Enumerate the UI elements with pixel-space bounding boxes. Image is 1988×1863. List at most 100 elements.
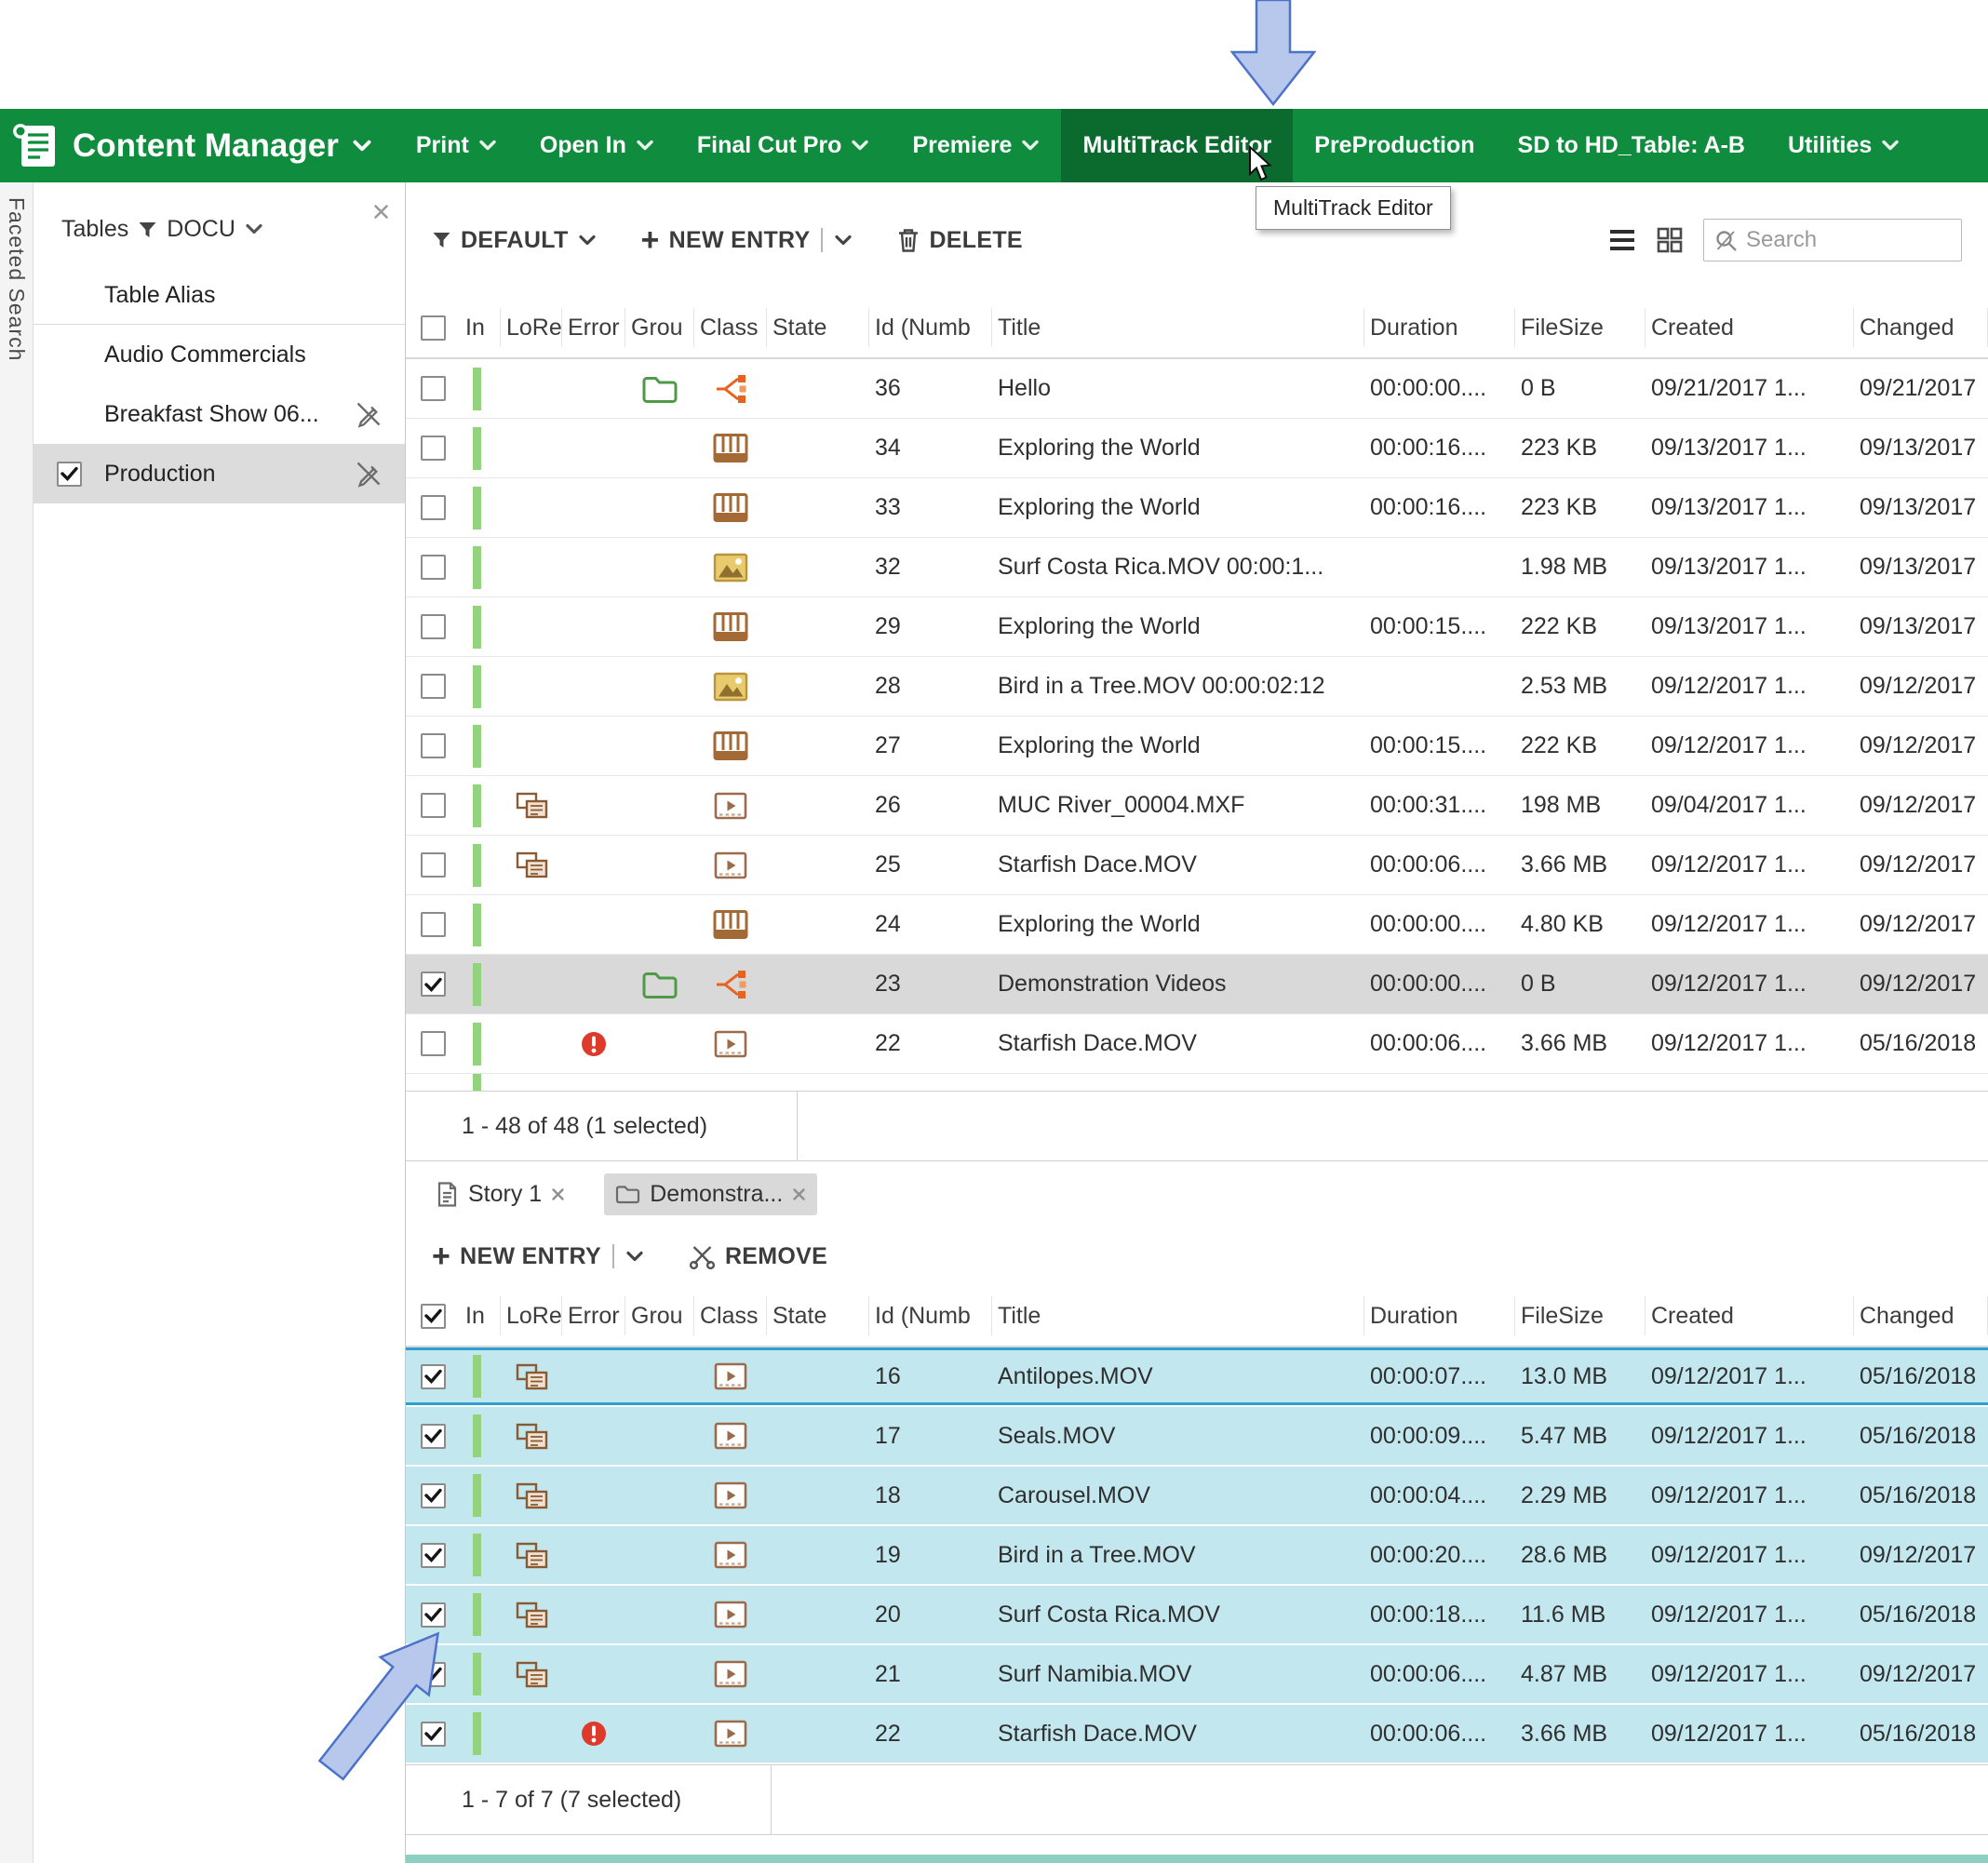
menu-item-print[interactable]: Print <box>395 109 518 182</box>
row-select-checkbox[interactable] <box>421 436 446 461</box>
column-header-grou[interactable]: Grou <box>625 1296 694 1335</box>
row-select-checkbox[interactable] <box>421 1031 446 1056</box>
row-select-checkbox[interactable] <box>421 1483 446 1508</box>
row-select-checkbox[interactable] <box>421 1602 446 1628</box>
main-table-header: InLoReErrorGrouClassStateId (NumbTitleDu… <box>406 298 1988 359</box>
remove-button[interactable]: REMOVE <box>689 1243 827 1270</box>
menu-item-final-cut-pro[interactable]: Final Cut Pro <box>676 109 892 182</box>
column-header-state[interactable]: State <box>767 308 869 347</box>
table-row-29[interactable]: 29Exploring the World00:00:15....222 KB0… <box>406 597 1988 657</box>
row-select-checkbox[interactable] <box>421 1543 446 1568</box>
delete-button[interactable]: DELETE <box>897 227 1022 254</box>
table-row-20[interactable]: 20Surf Costa Rica.MOV00:00:18....11.6 MB… <box>406 1586 1988 1645</box>
list-view-icon[interactable] <box>1608 228 1636 252</box>
menu-item-preproduction[interactable]: PreProduction <box>1293 109 1496 182</box>
row-select-checkbox[interactable] <box>421 793 446 818</box>
column-header-class[interactable]: Class <box>694 308 767 347</box>
column-header-class[interactable]: Class <box>694 1296 767 1335</box>
table-row-27[interactable]: 27Exploring the World00:00:15....222 KB0… <box>406 717 1988 776</box>
column-header-changed[interactable]: Changed <box>1854 308 1988 347</box>
row-select-checkbox[interactable] <box>421 1364 446 1389</box>
column-header-changed[interactable]: Changed <box>1854 1296 1988 1335</box>
table-row-21[interactable]: 21Surf Namibia.MOV00:00:06....4.87 MB09/… <box>406 1645 1988 1705</box>
column-header-error[interactable]: Error <box>562 308 625 347</box>
menu-item-premiere[interactable]: Premiere <box>891 109 1061 182</box>
column-header-id-numb[interactable]: Id (Numb <box>869 308 992 347</box>
row-select-checkbox[interactable] <box>421 376 446 401</box>
new-entry-button[interactable]: + NEW ENTRY <box>641 227 853 254</box>
detail-new-entry-button[interactable]: + NEW ENTRY <box>432 1243 644 1270</box>
column-header-lore[interactable]: LoRe <box>501 308 562 347</box>
select-all-cell <box>406 308 460 347</box>
table-row-23[interactable]: 23Demonstration Videos00:00:00....0 B09/… <box>406 955 1988 1014</box>
menu-item-utilities[interactable]: Utilities <box>1766 109 1921 182</box>
table-alias-header[interactable]: Table Alias <box>34 267 405 325</box>
table-row-18[interactable]: 18Carousel.MOV00:00:04....2.29 MB09/12/2… <box>406 1467 1988 1526</box>
column-header-title[interactable]: Title <box>992 308 1364 347</box>
column-header-in[interactable]: In <box>460 308 501 347</box>
table-row-17[interactable]: 17Seals.MOV00:00:09....5.47 MB09/12/2017… <box>406 1407 1988 1467</box>
row-select-checkbox[interactable] <box>421 614 446 639</box>
chip-close-icon[interactable] <box>551 1187 565 1201</box>
table-row-22[interactable]: 22Starfish Dace.MOV00:00:06....3.66 MB09… <box>406 1014 1988 1074</box>
table-row-24[interactable]: 24Exploring the World00:00:00....4.80 KB… <box>406 895 1988 955</box>
search-input[interactable] <box>1746 227 1952 253</box>
row-select-checkbox[interactable] <box>421 674 446 699</box>
column-header-lore[interactable]: LoRe <box>501 1296 562 1335</box>
search-box[interactable] <box>1703 219 1962 261</box>
row-select-checkbox[interactable] <box>421 733 446 758</box>
chip-story-1[interactable]: Story 1 <box>424 1173 576 1215</box>
row-select-checkbox[interactable] <box>421 1424 446 1449</box>
column-header-filesize[interactable]: FileSize <box>1515 1296 1645 1335</box>
sidebar-item-audio-commercials[interactable]: Audio Commercials <box>34 325 405 384</box>
column-header-in[interactable]: In <box>460 1296 501 1335</box>
column-header-created[interactable]: Created <box>1645 308 1854 347</box>
close-icon[interactable] <box>372 203 390 221</box>
table-row-33[interactable]: 33Exploring the World00:00:16....223 KB0… <box>406 478 1988 538</box>
table-row-34[interactable]: 34Exploring the World00:00:16....223 KB0… <box>406 419 1988 478</box>
lores-proxy-icon <box>515 1660 549 1689</box>
column-header-error[interactable]: Error <box>562 1296 625 1335</box>
app-title[interactable]: Content Manager <box>73 127 372 165</box>
row-select-checkbox[interactable] <box>421 555 446 580</box>
column-header-title[interactable]: Title <box>992 1296 1364 1335</box>
table-row-32[interactable]: 32Surf Costa Rica.MOV 00:00:1...1.98 MB0… <box>406 538 1988 597</box>
default-filter-button[interactable]: DEFAULT <box>432 227 597 254</box>
column-header-id-numb[interactable]: Id (Numb <box>869 1296 992 1335</box>
column-header-filesize[interactable]: FileSize <box>1515 308 1645 347</box>
column-header-state[interactable]: State <box>767 1296 869 1335</box>
table-row-22[interactable]: 22Starfish Dace.MOV00:00:06....3.66 MB09… <box>406 1705 1988 1764</box>
sidebar-item-breakfast-show-06[interactable]: Breakfast Show 06... <box>34 384 405 444</box>
table-row-36[interactable]: 36Hello00:00:00....0 B09/21/2017 1...09/… <box>406 359 1988 419</box>
table-row-25[interactable]: 25Starfish Dace.MOV00:00:06....3.66 MB09… <box>406 836 1988 895</box>
row-select-checkbox[interactable] <box>421 495 446 520</box>
select-all-checkbox[interactable] <box>421 315 446 341</box>
row-select-checkbox[interactable] <box>421 972 446 997</box>
cell-created: 09/13/2017 1... <box>1645 478 1854 537</box>
column-header-grou[interactable]: Grou <box>625 308 694 347</box>
horizontal-scrollbar[interactable] <box>406 1855 1988 1863</box>
tables-filter-control[interactable]: Tables DOCU <box>34 182 405 267</box>
sidebar-item-production[interactable]: Production <box>34 444 405 503</box>
row-select-checkbox[interactable] <box>421 852 446 878</box>
table-row-26[interactable]: 26MUC River_00004.MXF00:00:31....198 MB0… <box>406 776 1988 836</box>
table-checkbox[interactable] <box>57 462 82 487</box>
chip-close-icon[interactable] <box>792 1187 806 1201</box>
menu-item-sd-to-hd-table-a-b[interactable]: SD to HD_Table: A-B <box>1497 109 1766 182</box>
column-header-duration[interactable]: Duration <box>1364 1296 1515 1335</box>
table-row-28[interactable]: 28Bird in a Tree.MOV 00:00:02:122.53 MB0… <box>406 657 1988 717</box>
row-select-checkbox[interactable] <box>421 1662 446 1687</box>
grid-view-icon[interactable] <box>1657 227 1683 253</box>
column-header-created[interactable]: Created <box>1645 1296 1854 1335</box>
table-row-19[interactable]: 19Bird in a Tree.MOV00:00:20....28.6 MB0… <box>406 1526 1988 1586</box>
select-all-checkbox[interactable] <box>421 1304 446 1329</box>
pen-disabled-icon[interactable] <box>355 400 383 428</box>
table-row-16[interactable]: 16Antilopes.MOV00:00:07....13.0 MB09/12/… <box>406 1347 1988 1407</box>
pen-disabled-icon[interactable] <box>355 460 383 488</box>
menu-item-open-in[interactable]: Open In <box>518 109 676 182</box>
chip-demonstra[interactable]: Demonstra... <box>604 1173 817 1215</box>
row-select-checkbox[interactable] <box>421 1722 446 1747</box>
faceted-search-tab[interactable]: Faceted Search <box>0 182 34 1863</box>
column-header-duration[interactable]: Duration <box>1364 308 1515 347</box>
row-select-checkbox[interactable] <box>421 912 446 937</box>
